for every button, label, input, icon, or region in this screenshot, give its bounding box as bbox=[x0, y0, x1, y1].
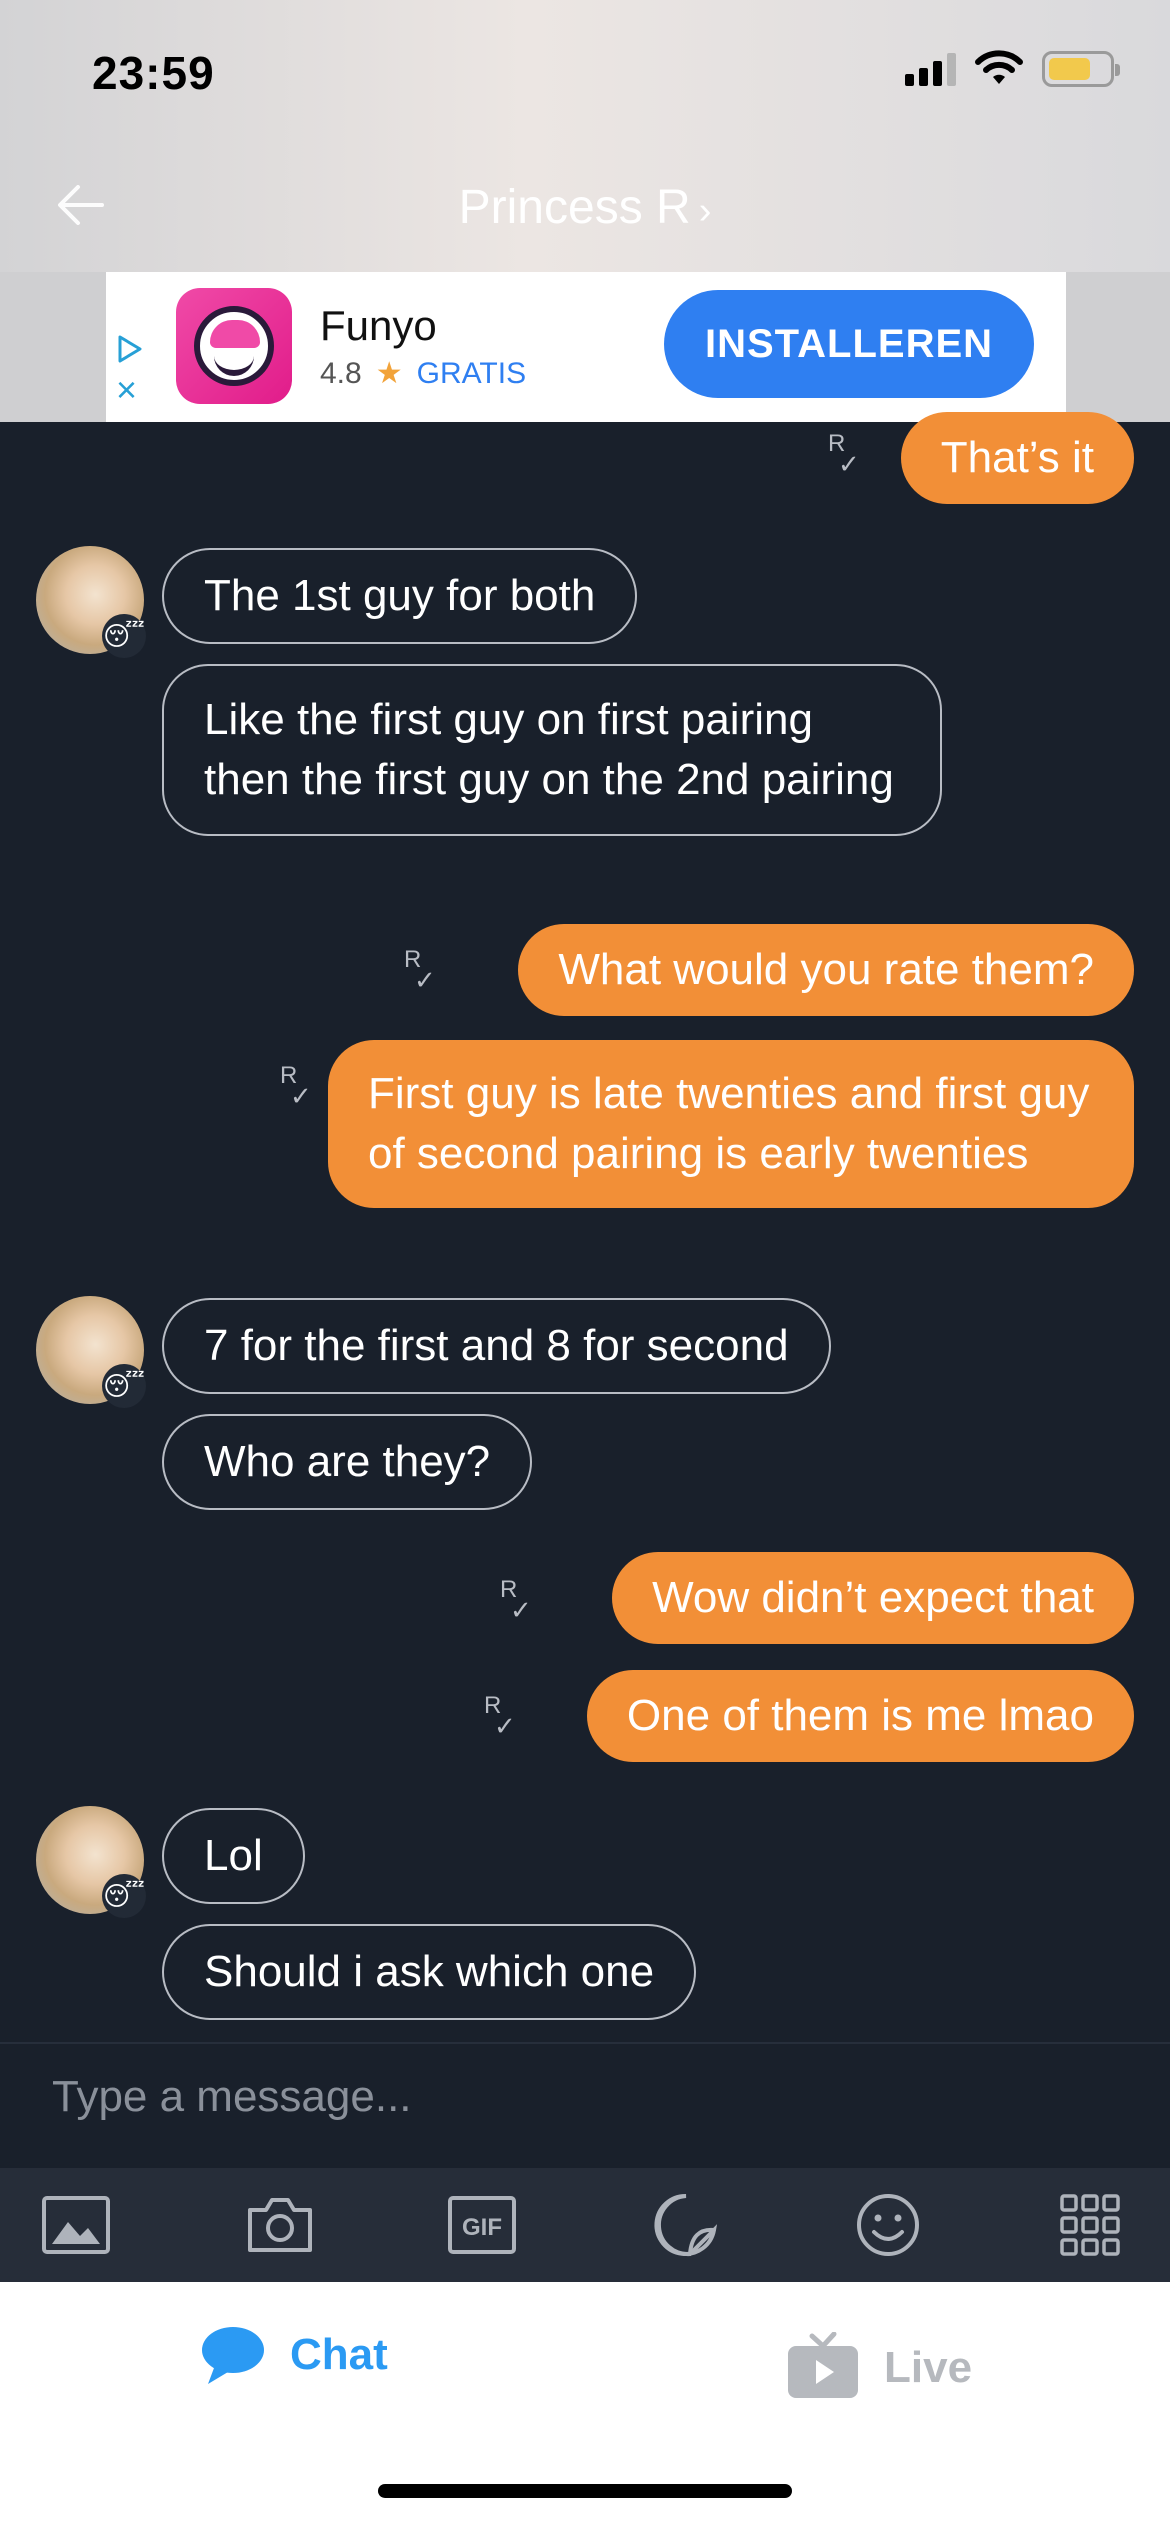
ad-banner: × Funyo 4.8 ★ GRATIS INSTALLEREN bbox=[0, 272, 1170, 422]
chat-header: 23:59 Princess R › bbox=[0, 0, 1170, 272]
tab-chat[interactable]: Chat bbox=[200, 2324, 388, 2386]
message-bubble-sent[interactable]: What would you rate them? bbox=[518, 924, 1134, 1016]
install-button[interactable]: INSTALLEREN bbox=[664, 290, 1034, 398]
read-receipt-icon: R ✓ bbox=[404, 946, 436, 995]
image-icon[interactable] bbox=[40, 2190, 112, 2260]
star-icon: ★ bbox=[375, 357, 403, 390]
read-receipt-icon: R ✓ bbox=[828, 430, 860, 479]
status-time: 23:59 bbox=[92, 47, 215, 99]
message-bubble-received[interactable]: 7 for the first and 8 for second bbox=[162, 1298, 831, 1394]
signal-icon bbox=[905, 52, 956, 86]
message-bubble-received[interactable]: Like the first guy on first pairing then… bbox=[162, 664, 942, 836]
message-input[interactable]: Type a message... bbox=[52, 2072, 412, 2122]
avatar[interactable]: 😴 bbox=[36, 1806, 146, 1918]
chevron-right-icon: › bbox=[698, 190, 712, 232]
app-rating: 4.8 bbox=[320, 356, 362, 390]
app-logo bbox=[176, 288, 292, 404]
app-price: GRATIS bbox=[416, 356, 527, 390]
wifi-icon bbox=[975, 50, 1023, 84]
sleepy-emoji-icon: 😴 bbox=[102, 1364, 146, 1408]
tab-live[interactable]: Live bbox=[786, 2332, 972, 2404]
more-grid-icon[interactable] bbox=[1054, 2190, 1126, 2260]
home-indicator bbox=[378, 2484, 792, 2498]
message-composer[interactable]: Type a message... bbox=[0, 2042, 1170, 2168]
message-bubble-received[interactable]: The 1st guy for both bbox=[162, 548, 638, 644]
read-receipt-icon: R ✓ bbox=[280, 1062, 312, 1111]
message-bubble-sent[interactable]: That’s it bbox=[900, 412, 1134, 504]
message-bubble-received[interactable]: Who are they? bbox=[162, 1414, 533, 1510]
battery-icon bbox=[1042, 51, 1120, 87]
app-meta: 4.8 ★ GRATIS bbox=[320, 356, 526, 391]
contact-name-label: Princess R bbox=[458, 181, 691, 234]
gif-label: GIF bbox=[462, 2214, 502, 2241]
sleepy-emoji-icon: 😴 bbox=[102, 1874, 146, 1918]
ad-close-icon[interactable]: × bbox=[116, 372, 137, 408]
sticker-icon[interactable] bbox=[650, 2190, 722, 2260]
avatar[interactable]: 😴 bbox=[36, 1296, 146, 1408]
gif-icon[interactable]: GIF bbox=[446, 2190, 518, 2260]
message-bubble-received[interactable]: Should i ask which one bbox=[162, 1924, 697, 2020]
tab-chat-label: Chat bbox=[290, 2330, 388, 2379]
read-receipt-icon: R ✓ bbox=[500, 1576, 532, 1625]
attachment-toolbar: GIF bbox=[0, 2168, 1170, 2282]
emoji-icon[interactable] bbox=[852, 2190, 924, 2260]
message-bubble-sent[interactable]: One of them is me lmao bbox=[586, 1670, 1134, 1762]
chat-bubble-icon bbox=[202, 2327, 264, 2384]
read-receipt-icon: R ✓ bbox=[484, 1692, 516, 1741]
live-tv-icon bbox=[788, 2332, 858, 2398]
tab-live-label: Live bbox=[884, 2343, 973, 2392]
app-name: Funyo bbox=[320, 302, 437, 349]
sleepy-emoji-icon: 😴 bbox=[102, 614, 146, 658]
ad-card[interactable]: × Funyo 4.8 ★ GRATIS INSTALLEREN bbox=[106, 272, 1066, 422]
status-icons bbox=[905, 50, 1120, 88]
adchoices-icon[interactable] bbox=[116, 334, 144, 370]
avatar[interactable]: 😴 bbox=[36, 546, 146, 658]
message-bubble-sent[interactable]: First guy is late twenties and first guy… bbox=[328, 1040, 1134, 1208]
message-bubble-sent[interactable]: Wow didn’t expect that bbox=[612, 1552, 1134, 1644]
contact-name[interactable]: Princess R › bbox=[0, 180, 1170, 235]
camera-icon[interactable] bbox=[244, 2190, 316, 2260]
message-bubble-received[interactable]: Lol bbox=[162, 1808, 305, 1904]
